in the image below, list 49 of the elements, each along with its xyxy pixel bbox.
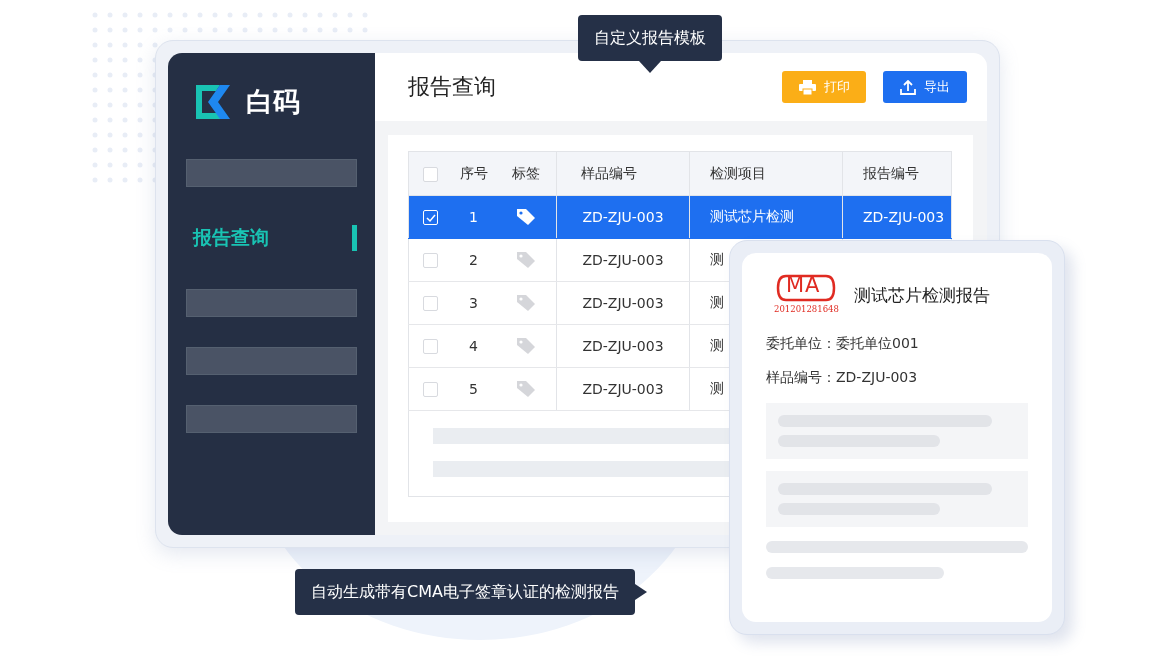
table-cell: ZD-ZJU-003 bbox=[582, 252, 664, 268]
column-header: 标签 bbox=[512, 164, 540, 181]
tag-icon bbox=[516, 208, 536, 226]
printer-icon bbox=[798, 79, 816, 95]
row-checkbox[interactable] bbox=[422, 382, 438, 398]
report-title: 测试芯片检测报告 bbox=[854, 283, 990, 307]
menu-placeholder[interactable] bbox=[186, 159, 357, 187]
table-cell: 测 bbox=[710, 380, 724, 396]
tag-icon bbox=[516, 294, 536, 312]
export-button[interactable]: 导出 bbox=[883, 71, 967, 103]
menu-placeholder[interactable] bbox=[186, 405, 357, 433]
table-row[interactable]: 1 ZD-ZJU-003 测试芯片检测 ZD-ZJU-003 bbox=[408, 195, 952, 239]
menu-placeholder[interactable] bbox=[186, 289, 357, 317]
table-cell: ZD-ZJU-003 bbox=[582, 338, 664, 354]
table-cell: 测 bbox=[710, 337, 724, 353]
table-cell: ZD-ZJU-003 bbox=[582, 209, 664, 225]
select-all-checkbox[interactable] bbox=[422, 166, 438, 182]
page-title: 报告查询 bbox=[408, 73, 497, 101]
tooltip-pointer bbox=[639, 61, 661, 73]
tag-icon bbox=[516, 251, 536, 269]
table-cell: ZD-ZJU-003 bbox=[582, 381, 664, 397]
table-cell: ZD-ZJU-003 bbox=[582, 295, 664, 311]
table-cell: 测试芯片检测 bbox=[710, 208, 794, 224]
report-field: 样品编号：ZD-ZJU-003 bbox=[766, 369, 1028, 387]
table-cell: 4 bbox=[469, 338, 478, 354]
row-checkbox[interactable] bbox=[422, 339, 438, 355]
menu-placeholder[interactable] bbox=[186, 347, 357, 375]
upload-icon bbox=[900, 79, 916, 95]
report-field: 委托单位：委托单位001 bbox=[766, 335, 1028, 353]
table-cell: 1 bbox=[469, 209, 478, 225]
column-header: 序号 bbox=[459, 164, 488, 181]
table-cell: 5 bbox=[469, 381, 478, 397]
column-header: 报告编号 bbox=[863, 164, 919, 181]
tag-icon bbox=[516, 337, 536, 355]
column-header: 样品编号 bbox=[581, 164, 637, 181]
tooltip: 自定义报告模板 bbox=[578, 15, 722, 61]
row-checkbox[interactable] bbox=[422, 296, 438, 312]
tooltip: 自动生成带有CMA电子签章认证的检测报告 bbox=[295, 569, 635, 615]
table-cell: ZD-ZJU-003 bbox=[863, 209, 945, 225]
table-cell: 测 bbox=[710, 251, 724, 267]
sidebar-item[interactable]: 报告查询 bbox=[193, 225, 357, 251]
tooltip-pointer bbox=[634, 584, 647, 600]
row-checkbox[interactable] bbox=[422, 253, 438, 269]
tag-icon bbox=[516, 380, 536, 398]
table-cell: 3 bbox=[469, 295, 478, 311]
table-cell: 2 bbox=[469, 252, 478, 268]
column-header: 检测项目 bbox=[710, 164, 766, 181]
logo-text: 白码 bbox=[246, 85, 300, 119]
table-cell: 测 bbox=[710, 294, 724, 310]
